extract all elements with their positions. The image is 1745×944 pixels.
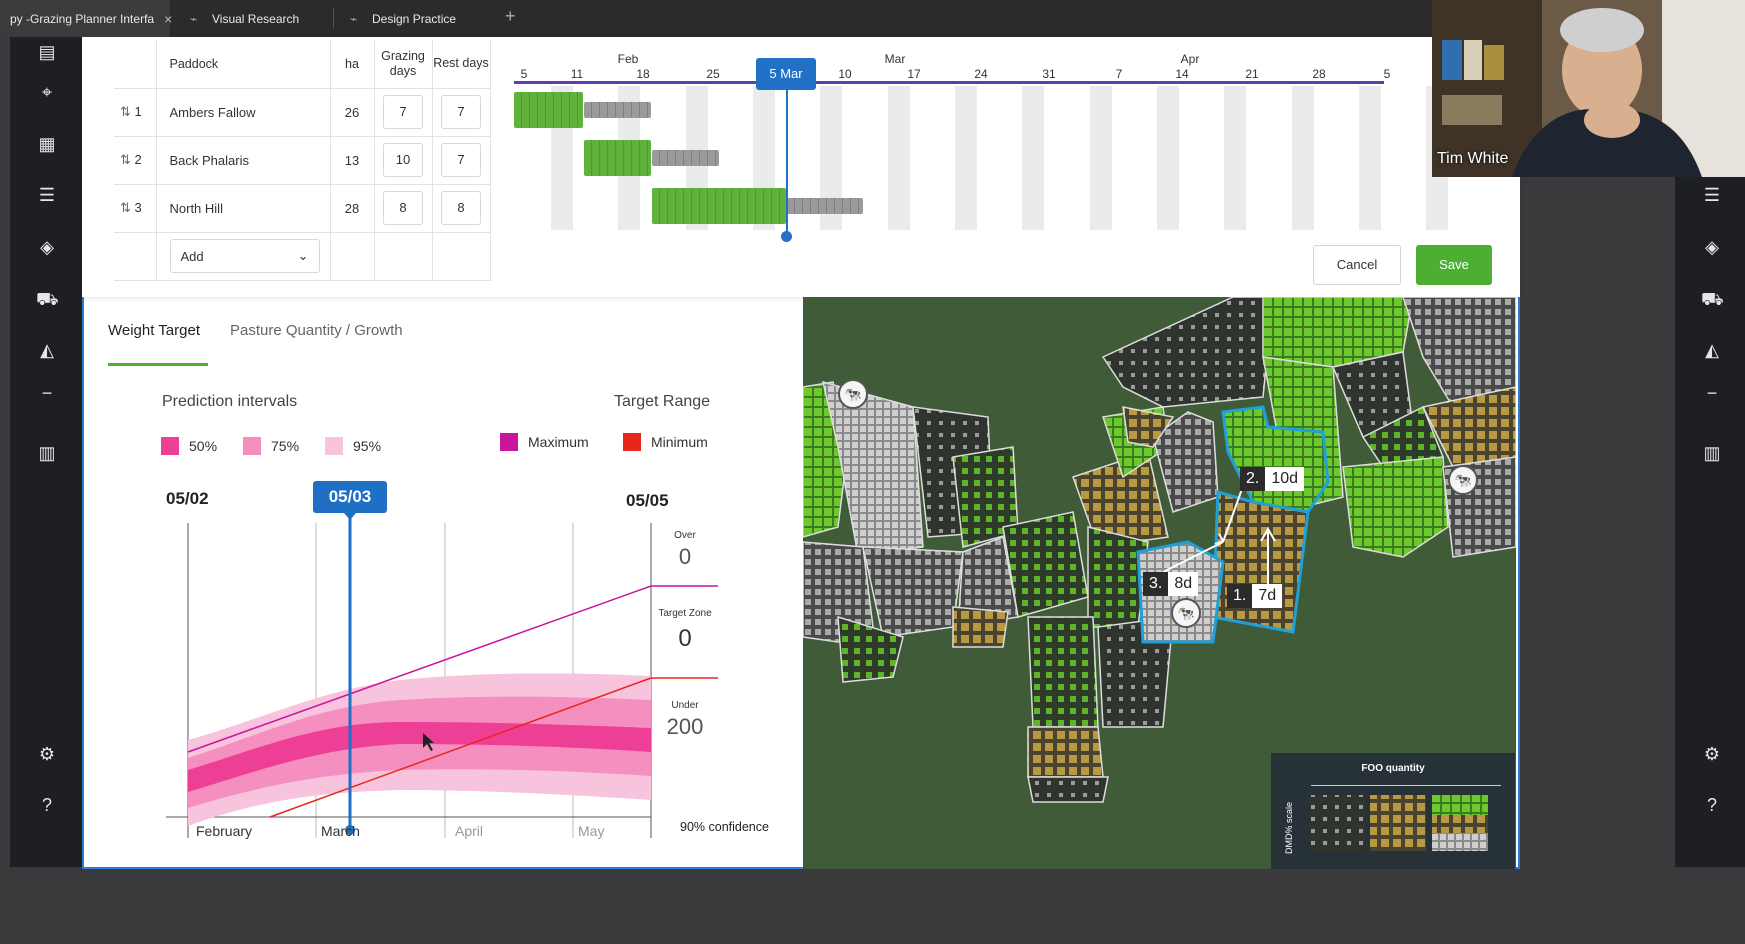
label-days: 8d <box>1168 572 1199 596</box>
label-order: 1. <box>1227 584 1253 608</box>
paddock[interactable] <box>952 606 1009 648</box>
target-zone-label: Target Zone <box>658 608 712 619</box>
month-may: May <box>578 823 605 839</box>
screen-share-bottom <box>0 869 1745 944</box>
paddock[interactable] <box>1027 776 1109 803</box>
label-order: 2. <box>1240 467 1266 491</box>
paddock-label-3[interactable]: 3. 8d <box>1143 572 1199 596</box>
foo-legend-grid <box>1309 795 1488 851</box>
paddock[interactable] <box>1027 726 1104 778</box>
month-february: February <box>196 823 253 839</box>
participant-name: Tim White <box>1437 150 1509 167</box>
over-value: 0 <box>678 544 692 569</box>
month-march: March <box>321 823 360 839</box>
month-april: April <box>455 823 484 839</box>
foo-swatch-high <box>1432 795 1488 815</box>
foo-swatch-high <box>1432 833 1488 851</box>
paddock-selected-1[interactable] <box>1211 490 1310 634</box>
label-days: 10d <box>1265 467 1305 491</box>
paddock[interactable] <box>1027 616 1099 728</box>
label-days: 7d <box>1252 584 1283 608</box>
label-order: 3. <box>1143 572 1169 596</box>
over-label: Over <box>674 530 696 541</box>
under-value: 200 <box>666 714 704 739</box>
confidence-label: 90% confidence <box>680 820 769 834</box>
paddock-label-1[interactable]: 1. 7d <box>1227 584 1283 608</box>
livestock-icon[interactable]: 🐄 <box>1448 465 1478 495</box>
foo-swatch-high <box>1432 815 1488 833</box>
foo-swatch-low <box>1309 795 1365 851</box>
paddock-label-2[interactable]: 2. 10d <box>1240 467 1305 491</box>
livestock-icon[interactable]: 🐄 <box>1171 598 1201 628</box>
foo-swatch-mid <box>1370 795 1426 851</box>
target-zone-value: 0 <box>678 625 692 652</box>
under-label: Under <box>671 700 699 711</box>
livestock-icon[interactable]: 🐄 <box>838 379 868 409</box>
foo-legend: FOO quantity DMD% scale <box>1271 753 1515 869</box>
